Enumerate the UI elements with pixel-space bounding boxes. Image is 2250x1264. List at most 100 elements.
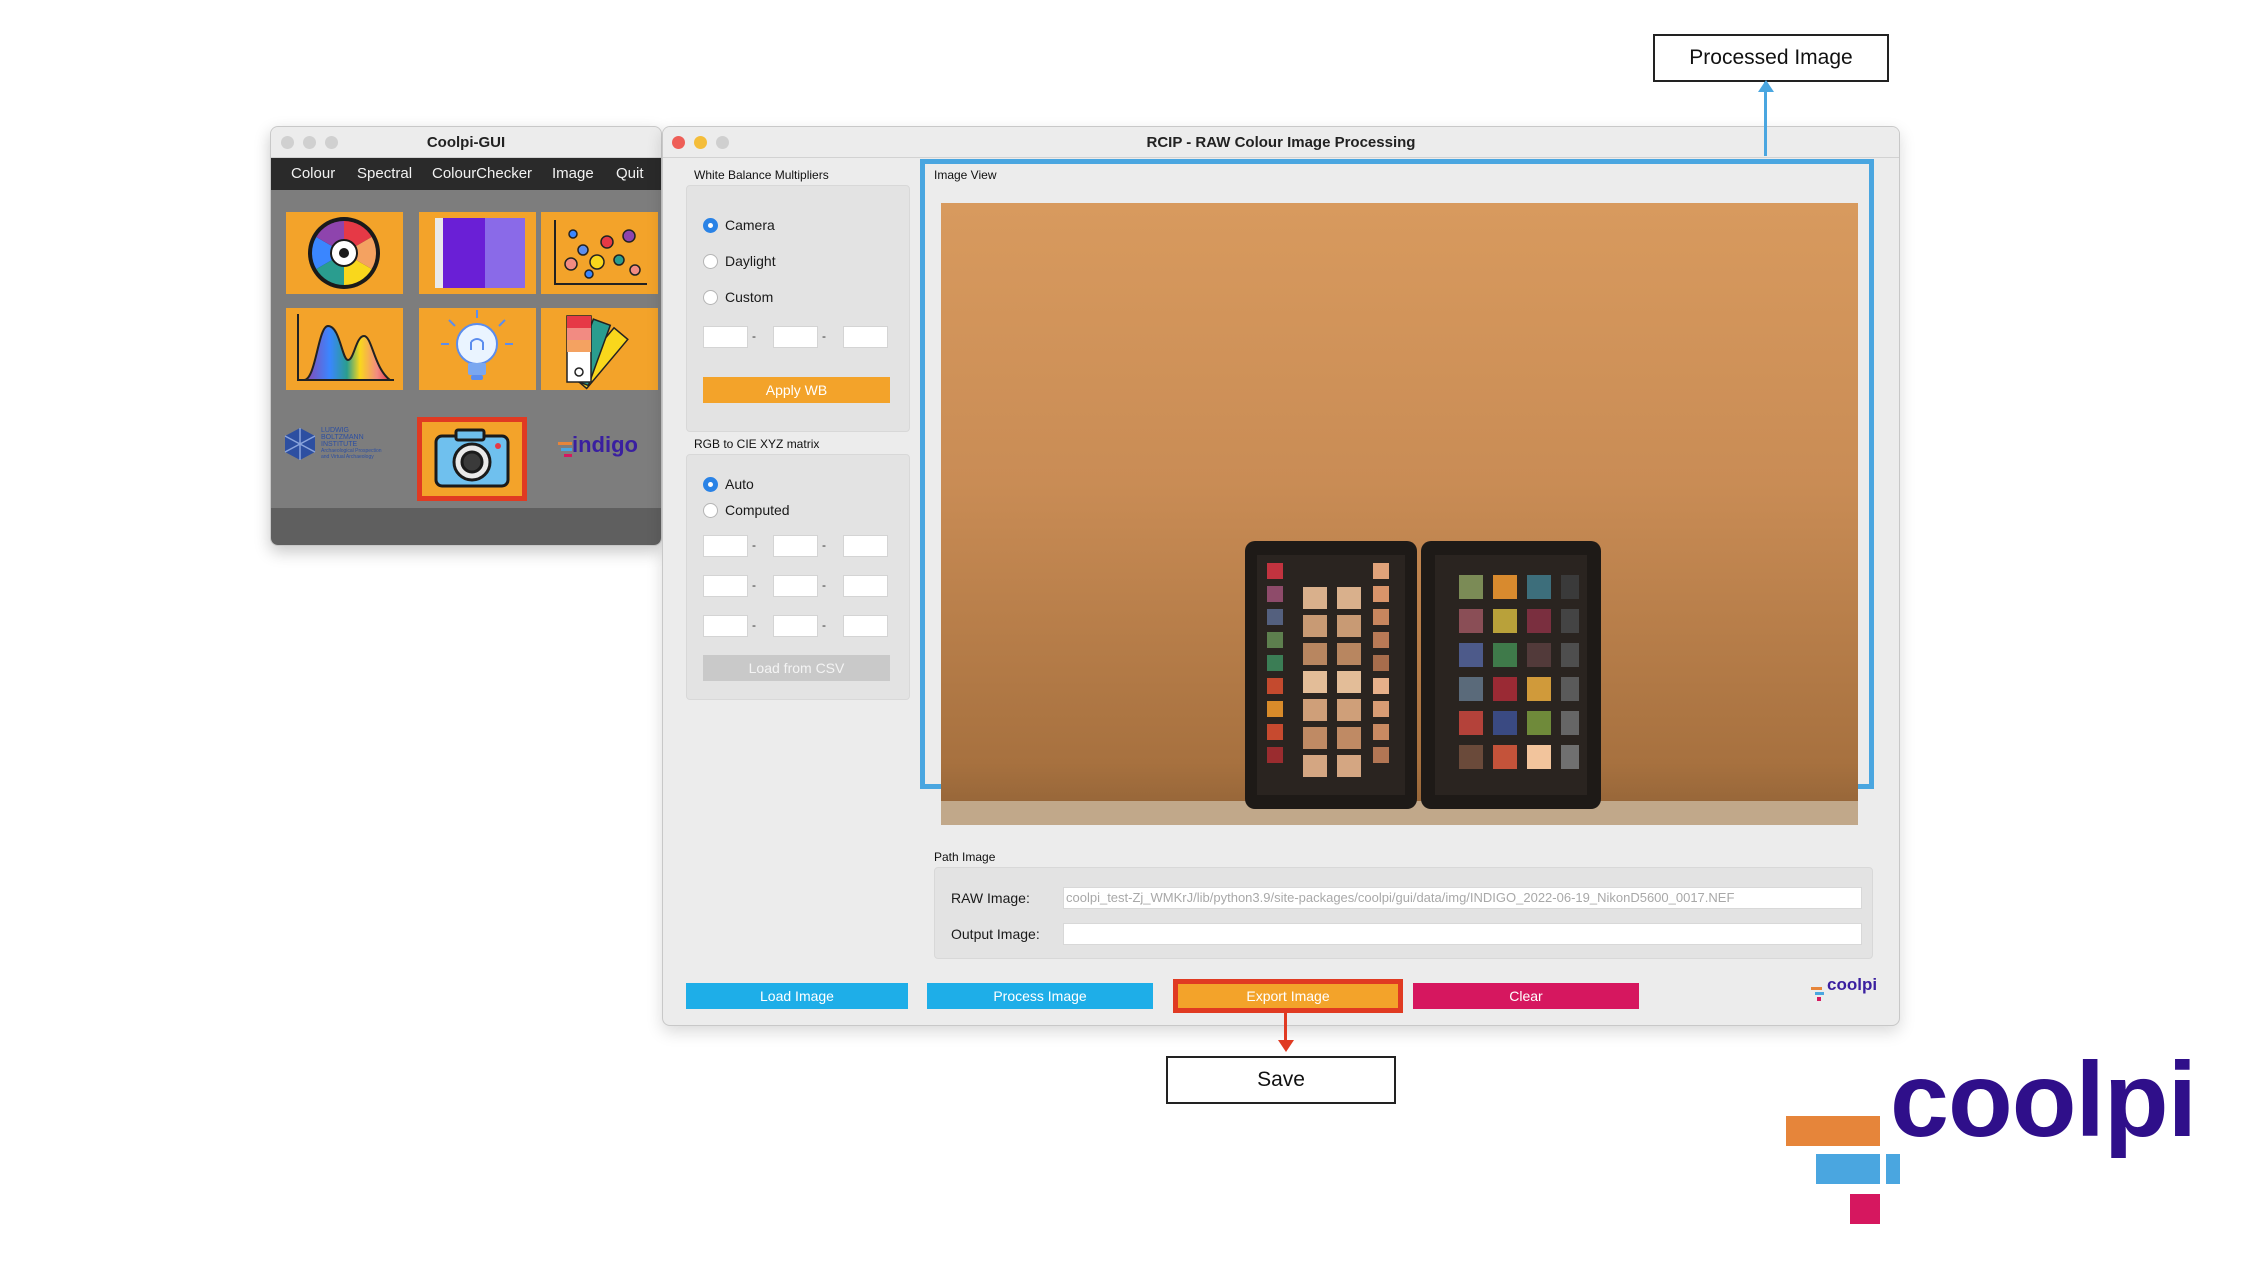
color-patch [1459,643,1483,667]
hexagon-logo-icon [284,428,316,460]
skin-tone-patch [1303,643,1327,665]
color-patch [1267,632,1283,648]
menu-spectral[interactable]: Spectral [357,165,412,182]
color-patch [1267,609,1283,625]
color-patch [1527,677,1551,701]
matrix-cell[interactable] [703,575,748,597]
wb-multiplier-g[interactable] [773,326,818,348]
export-image-button[interactable]: Export Image [1173,979,1403,1013]
separator: - [752,618,756,632]
illuminant-tool-tile[interactable] [419,308,536,390]
color-patch [1267,655,1283,671]
coolpi-brand-logo: coolpi [1780,1032,2220,1232]
clear-button[interactable]: Clear [1413,983,1639,1009]
white-balance-panel: Camera Daylight Custom - - Apply WB [686,185,910,432]
process-image-button[interactable]: Process Image [927,983,1153,1009]
color-patch [1373,724,1389,740]
lbi-logo: LUDWIG BOLTZMANN INSTITUTE Archaeologica… [283,423,405,471]
matrix-cell[interactable] [703,615,748,637]
color-patch [1493,609,1517,633]
path-image-label: Path Image [934,850,996,864]
spectral-plot-tile[interactable] [286,308,403,390]
color-patch [1373,701,1389,717]
color-patch [1493,677,1517,701]
grey-patch [1561,609,1579,633]
color-patch [1459,609,1483,633]
rcip-title: RCIP - RAW Colour Image Processing [1146,134,1416,151]
coolpi-gui-titlebar: Coolpi-GUI [271,127,661,158]
grey-patch [1561,677,1579,701]
radio-daylight[interactable] [703,254,718,269]
matrix-cell[interactable] [703,535,748,557]
separator: - [822,618,826,632]
load-from-csv-button[interactable]: Load from CSV [703,655,890,681]
menu-image[interactable]: Image [552,165,594,182]
skin-tone-patch [1337,671,1361,693]
color-patch [1267,678,1283,694]
skin-tone-patch [1337,755,1361,777]
color-patch [1373,563,1389,579]
radio-camera[interactable] [703,218,718,233]
spectral-tool-tile[interactable] [419,212,536,294]
raw-image-path-field[interactable]: coolpi_test-Zj_WMKrJ/lib/python3.9/site-… [1063,887,1862,909]
color-patch [1493,711,1517,735]
radio-custom[interactable] [703,290,718,305]
menu-quit[interactable]: Quit [616,165,644,182]
color-patch [1267,563,1283,579]
save-callout: Save [1166,1056,1396,1104]
color-patch [1493,745,1517,769]
path-image-panel: RAW Image: coolpi_test-Zj_WMKrJ/lib/pyth… [934,867,1873,959]
swatch-tool-tile[interactable] [541,308,658,390]
skin-tone-patch [1303,671,1327,693]
spectral-bars-icon [435,218,525,288]
load-image-button[interactable]: Load Image [686,983,908,1009]
matrix-cell[interactable] [773,575,818,597]
coolpi-mark-icon [1811,987,1824,1001]
matrix-panel: Auto Computed - - - - - - Load from CSV [686,454,910,700]
colorchecker-passport-image [1245,541,1601,809]
skin-tone-patch [1337,615,1361,637]
wb-multiplier-r[interactable] [703,326,748,348]
colour-tool-tile[interactable] [286,212,403,294]
color-patch [1527,575,1551,599]
tool-icon-grid: LUDWIG BOLTZMANN INSTITUTE Archaeologica… [271,190,661,508]
matrix-label: RGB to CIE XYZ matrix [694,437,820,451]
output-image-label: Output Image: [951,926,1040,942]
matrix-cell[interactable] [843,575,888,597]
menu-colourchecker[interactable]: ColourChecker [432,165,532,182]
color-patch [1459,745,1483,769]
grey-patch [1561,643,1579,667]
skin-tone-patch [1337,643,1361,665]
matrix-cell[interactable] [843,535,888,557]
colour-swatch-fan-icon [566,315,629,390]
apply-wb-button[interactable]: Apply WB [703,377,890,403]
lbi-text-5: and Virtual Archaeology [321,454,374,460]
color-patch [1267,747,1283,763]
processed-image-callout: Processed Image [1653,34,1889,82]
output-image-path-field[interactable] [1063,923,1862,945]
skin-tone-patch [1337,699,1361,721]
wb-multiplier-b[interactable] [843,326,888,348]
color-patch [1527,643,1551,667]
colourchecker-tool-tile[interactable] [541,212,658,294]
matrix-cell[interactable] [773,535,818,557]
skin-tone-patch [1303,587,1327,609]
coolpi-small-logo-text: coolpi [1827,975,1878,994]
color-patch [1459,575,1483,599]
color-patch [1373,678,1389,694]
coolpi-menubar: Colour Spectral ColourChecker Image Quit [271,158,661,190]
color-patch [1527,745,1551,769]
skin-tone-patch [1303,755,1327,777]
menu-colour[interactable]: Colour [291,165,335,182]
color-patch [1267,586,1283,602]
lbi-text-2: BOLTZMANN [321,434,364,441]
indigo-logo: indigo [556,430,656,470]
raw-image-tool-tile[interactable] [417,417,527,501]
matrix-cell[interactable] [843,615,888,637]
radio-computed[interactable] [703,503,718,518]
skin-tone-patch [1337,587,1361,609]
radio-auto[interactable] [703,477,718,492]
matrix-cell[interactable] [773,615,818,637]
radio-daylight-label: Daylight [725,253,776,269]
coolpi-brand-logo-text: coolpi [1890,1041,2197,1159]
